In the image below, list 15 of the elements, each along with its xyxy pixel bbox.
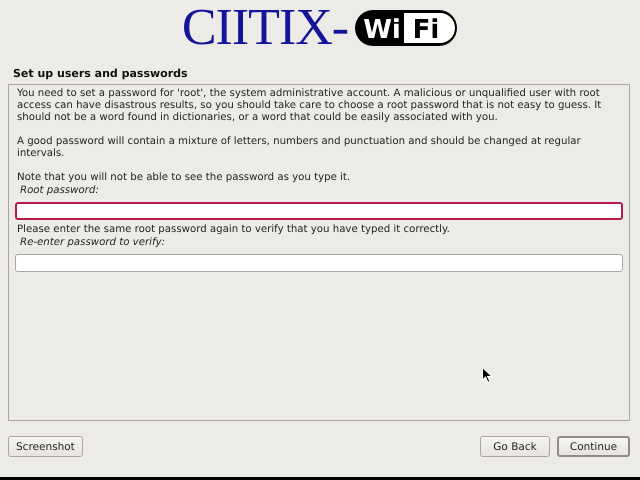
nav-button[interactable]: Go Back [480,436,550,457]
field-label: Re-enter password to verify: [20,236,166,250]
instruction-text: A good password will contain a mixture of letters, numbers and punctuation and should be changed at regular intervals. [17,136,582,160]
password-field[interactable] [15,254,623,272]
screenshot-button[interactable]: Screenshot [8,436,83,457]
pointer-icon [482,367,493,383]
field-label: Root password: [20,184,99,198]
wifi-logo: Wi Fi [354,9,458,47]
instruction-text: Please enter the same root password again to verify that you have typed it correctly. [17,224,451,236]
page-title: Set up users and passwords [12,66,189,82]
logo-text: CIITIX- [182,2,348,54]
nav-button[interactable]: Continue [557,436,630,457]
instruction-text: You need to set a password for 'root', the system administrative account. A malicious or unqualified user with root access can have disastrous results, so you should take care to choose a root password that is not easy to guess. It should not be a word found in dictionaries, or a word that could be easily associated with you. [17,88,602,124]
password-field[interactable] [15,202,623,220]
instruction-text: Note that you will not be able to see the password as you type it. [17,172,352,184]
